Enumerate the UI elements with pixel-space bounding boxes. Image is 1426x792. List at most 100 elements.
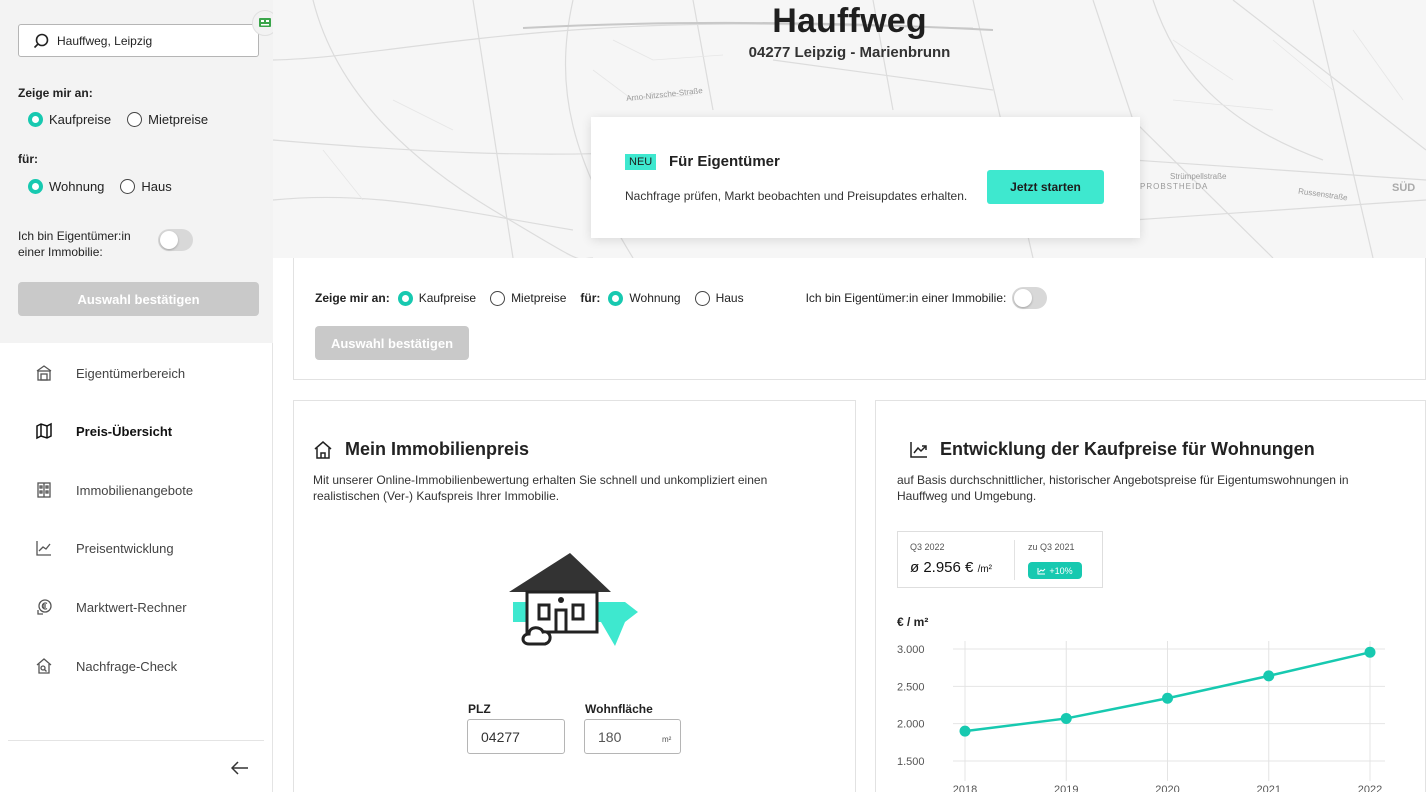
start-now-button[interactable]: Jetzt starten bbox=[987, 170, 1104, 204]
price-trend-title-text: Entwicklung der Kaufpreise für Wohnungen bbox=[940, 439, 1315, 459]
house-search-icon bbox=[34, 656, 54, 676]
sidebar-item-preisentwicklung[interactable]: Preisentwicklung bbox=[0, 528, 272, 568]
radio-haus-label[interactable]: Haus bbox=[716, 291, 744, 305]
show-label: Zeige mir an: bbox=[18, 86, 93, 100]
chart-y-tick-label: 2.500 bbox=[897, 681, 925, 693]
location-heading: Hauffweg 04277 Leipzig - Marienbrunn bbox=[273, 2, 1426, 61]
owner-toggle[interactable] bbox=[1012, 287, 1048, 309]
owner-promo-text: Nachfrage prüfen, Markt beobachten und P… bbox=[625, 189, 968, 203]
chart-y-tick-label: 2.000 bbox=[897, 719, 925, 731]
building-icon bbox=[34, 480, 54, 500]
sidebar-item-label: Preisentwicklung bbox=[76, 540, 174, 556]
sidebar-item-eigentuemerbereich[interactable]: Eigentümerbereich bbox=[0, 353, 272, 393]
radio-haus-label[interactable]: Haus bbox=[141, 179, 171, 194]
chart-ylabel: € / m² bbox=[897, 615, 928, 629]
chart-x-tick-label: 2021 bbox=[1257, 784, 1281, 792]
chart-x-tick-label: 2019 bbox=[1054, 784, 1078, 792]
radio-mietpreise[interactable] bbox=[490, 290, 506, 306]
search-icon bbox=[33, 33, 49, 48]
sidebar-item-label: Nachfrage-Check bbox=[76, 658, 178, 674]
radio-mietpreise[interactable] bbox=[127, 112, 143, 127]
stat-value-unit: /m² bbox=[977, 564, 993, 575]
sidebar-item-preis-uebersicht[interactable]: Preis-Übersicht bbox=[0, 411, 272, 451]
radio-wohnung[interactable] bbox=[608, 290, 624, 306]
radio-wohnung-label[interactable]: Wohnung bbox=[49, 179, 104, 194]
property-price-text: Mit unserer Online-Immobilienbewertung e… bbox=[313, 473, 768, 503]
area-label: Wohnfläche bbox=[585, 702, 653, 716]
for-label: für: bbox=[18, 152, 38, 166]
radio-haus[interactable] bbox=[694, 290, 710, 306]
chart-data-point[interactable] bbox=[1364, 646, 1376, 658]
for-radio-group: Wohnung Haus bbox=[28, 179, 188, 194]
chart-data-point[interactable] bbox=[959, 725, 971, 737]
owner-label: Ich bin Eigentümer:in einer Immobilie: bbox=[18, 229, 131, 259]
sidebar-item-label: Preis-Übersicht bbox=[76, 423, 173, 439]
sidebar-filter-panel: Zeige mir an: Kaufpreise Mietpreise für:… bbox=[0, 0, 278, 343]
stat-value: ø 2.956 € /m² bbox=[910, 559, 992, 576]
sidebar-item-label: Marktwert-Rechner bbox=[76, 599, 187, 615]
page-title: Hauffweg bbox=[772, 2, 927, 40]
show-radio-group: Kaufpreise Mietpreise bbox=[28, 112, 224, 127]
radio-haus[interactable] bbox=[120, 179, 136, 194]
house-icon bbox=[314, 440, 332, 459]
chart-x-tick-label: 2018 bbox=[953, 784, 977, 792]
compare-value: +10% bbox=[1049, 565, 1073, 576]
map-icon bbox=[34, 421, 54, 441]
euro-coin-icon bbox=[34, 597, 54, 617]
map-label-district: SÜD bbox=[1392, 182, 1416, 194]
owner-promo-card: NEU Für Eigentümer Nachfrage prüfen, Mar… bbox=[591, 117, 1140, 238]
map-label-street: Strümpellstraße bbox=[1170, 172, 1227, 181]
arrow-left-icon bbox=[231, 761, 248, 775]
owner-toggle[interactable] bbox=[158, 229, 193, 251]
sidebar-item-marktwert-rechner[interactable]: Marktwert-Rechner bbox=[0, 587, 272, 627]
house-illustration bbox=[509, 553, 638, 646]
chart-data-point[interactable] bbox=[1162, 692, 1173, 704]
radio-wohnung-label[interactable]: Wohnung bbox=[629, 291, 680, 305]
price-stat-box: Q3 2022 ø 2.956 € /m² zu Q3 2021 +10% bbox=[897, 531, 1103, 588]
radio-mietpreise-label[interactable]: Mietpreise bbox=[148, 112, 208, 127]
map-label-district: PROBSTHEIDA bbox=[1140, 182, 1209, 191]
for-label: für: bbox=[580, 291, 601, 305]
stat-value-number: ø 2.956 € bbox=[910, 559, 974, 576]
chart-x-tick-label: 2022 bbox=[1358, 784, 1382, 792]
price-trend-chart: € / m² 3.000 2.500 2.000 1.500 2018 2019 2020 2… bbox=[897, 615, 1385, 792]
radio-kaufpreise[interactable] bbox=[397, 290, 413, 306]
confirm-selection-button[interactable]: Auswahl bestätigen bbox=[18, 282, 259, 316]
collapse-sidebar-button[interactable] bbox=[228, 756, 252, 780]
location-search-box[interactable] bbox=[18, 24, 259, 57]
radio-mietpreise-label[interactable]: Mietpreise bbox=[511, 291, 566, 305]
property-price-title-text: Mein Immobilienpreis bbox=[345, 439, 530, 459]
sidebar-item-nachfrage-check[interactable]: Nachfrage-Check bbox=[0, 646, 272, 686]
sidebar-divider bbox=[8, 740, 264, 741]
sidebar-item-label: Immobilienangebote bbox=[76, 482, 194, 498]
sidebar-item-immobilienangebote[interactable]: Immobilienangebote bbox=[0, 470, 272, 510]
confirm-selection-button[interactable]: Auswahl bestätigen bbox=[315, 326, 469, 360]
compare-label: zu Q3 2021 bbox=[1028, 542, 1075, 552]
area-unit: m² bbox=[662, 735, 672, 744]
location-search-input[interactable] bbox=[57, 33, 237, 48]
compare-badge: +10% bbox=[1028, 562, 1082, 579]
new-badge: NEU bbox=[625, 154, 657, 170]
plz-input[interactable] bbox=[467, 719, 565, 754]
price-trend-title: Entwicklung der Kaufpreise für Wohnungen bbox=[910, 439, 1315, 460]
owner-area-icon bbox=[34, 363, 54, 383]
owner-promo-title: Für Eigentümer bbox=[669, 153, 780, 170]
radio-wohnung[interactable] bbox=[28, 179, 43, 194]
property-price-title: Mein Immobilienpreis bbox=[313, 439, 529, 460]
stat-period: Q3 2022 bbox=[910, 542, 945, 552]
page-subtitle: 04277 Leipzig - Marienbrunn bbox=[748, 44, 951, 61]
price-trend-text: auf Basis durchschnittlicher, historisch… bbox=[897, 473, 1349, 503]
chart-data-point[interactable] bbox=[1263, 670, 1275, 682]
filter-bar: Zeige mir an: Kaufpreise Mietpreise für:… bbox=[293, 258, 1426, 380]
sidebar: Zeige mir an: Kaufpreise Mietpreise für:… bbox=[0, 0, 278, 792]
filter-row: Zeige mir an: Kaufpreise Mietpreise für:… bbox=[315, 287, 1048, 309]
show-label: Zeige mir an: bbox=[315, 291, 390, 305]
stat-divider bbox=[1014, 540, 1015, 580]
trend-up-icon bbox=[1037, 567, 1046, 574]
radio-kaufpreise-label[interactable]: Kaufpreise bbox=[49, 112, 111, 127]
chart-x-tick-label: 2020 bbox=[1155, 784, 1179, 792]
radio-kaufpreise[interactable] bbox=[28, 112, 43, 127]
radio-kaufpreise-label[interactable]: Kaufpreise bbox=[419, 291, 476, 305]
chart-data-point[interactable] bbox=[1060, 712, 1072, 724]
chart-y-tick-label: 3.000 bbox=[897, 644, 925, 656]
